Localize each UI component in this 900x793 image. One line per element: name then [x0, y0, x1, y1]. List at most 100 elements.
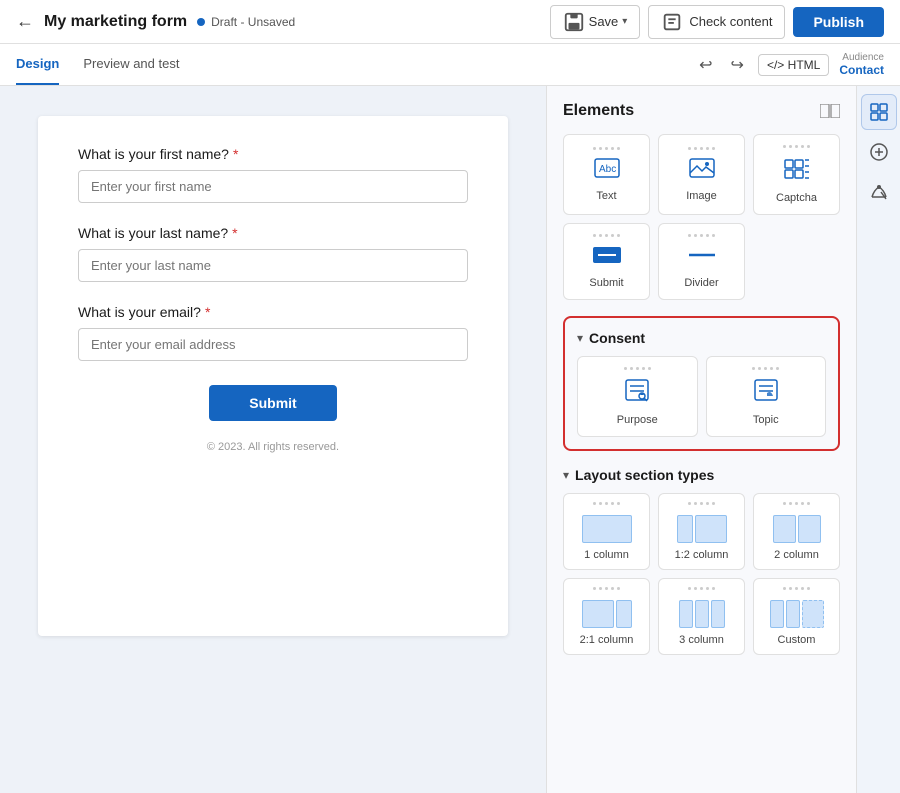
- form-footer: © 2023. All rights reserved.: [78, 441, 468, 453]
- save-icon: [563, 11, 585, 33]
- audience-value-label: Contact: [839, 63, 884, 77]
- divider-element-label: Divider: [684, 277, 718, 289]
- first-name-group: What is your first name? *: [78, 146, 468, 203]
- divider-element-icon: [687, 245, 717, 271]
- layout-chevron-icon: ▾: [563, 468, 569, 482]
- tabs-left: Design Preview and test: [16, 44, 179, 85]
- tab-design[interactable]: Design: [16, 44, 59, 85]
- elements-icon: [869, 102, 889, 122]
- layout-2col-label: 2 column: [774, 549, 819, 561]
- publish-button[interactable]: Publish: [793, 7, 884, 37]
- layout-tile-3col[interactable]: 3 column: [658, 578, 745, 655]
- element-tile-topic[interactable]: Topic: [706, 356, 827, 437]
- panel-icon: [820, 104, 840, 118]
- submit-btn-wrap: Submit: [78, 385, 468, 421]
- main-content: What is your first name? * What is your …: [0, 86, 900, 793]
- text-element-icon: Abc: [594, 158, 620, 184]
- last-name-label: What is your last name? *: [78, 225, 468, 241]
- layout-12col-label: 1:2 column: [675, 549, 729, 561]
- captcha-element-label: Captcha: [776, 192, 817, 204]
- html-label: HTML: [788, 58, 821, 72]
- side-icon-bar: [856, 86, 900, 793]
- layout-3col-label: 3 column: [679, 634, 724, 646]
- element-tile-captcha[interactable]: Captcha: [753, 134, 840, 215]
- submit-element-label: Submit: [589, 277, 623, 289]
- element-tile-image[interactable]: Image: [658, 134, 745, 215]
- save-label: Save: [589, 14, 619, 29]
- elements-grid: Abc Text Image: [563, 134, 840, 300]
- element-tile-purpose[interactable]: Purpose: [577, 356, 698, 437]
- undo-button[interactable]: ↩: [695, 51, 716, 79]
- svg-text:Abc: Abc: [599, 164, 616, 175]
- back-button[interactable]: ←: [16, 11, 34, 32]
- consent-chevron-icon: ▾: [577, 331, 583, 345]
- last-name-group: What is your last name? *: [78, 225, 468, 282]
- draft-label: Draft - Unsaved: [211, 15, 295, 29]
- first-name-label: What is your first name? *: [78, 146, 468, 162]
- email-required: *: [205, 304, 210, 320]
- draft-badge: Draft - Unsaved: [197, 15, 295, 29]
- last-name-required: *: [232, 225, 237, 241]
- layout-section: ▾ Layout section types 1 column: [563, 467, 840, 655]
- code-icon: </>: [767, 58, 784, 72]
- layout-tile-1col[interactable]: 1 column: [563, 493, 650, 570]
- save-chevron-icon: ▾: [622, 16, 627, 27]
- canvas-area: What is your first name? * What is your …: [0, 86, 546, 793]
- check-content-button[interactable]: Check content: [648, 5, 785, 39]
- purpose-element-icon: [624, 378, 650, 408]
- layout-tile-21col[interactable]: 2:1 column: [563, 578, 650, 655]
- element-tile-divider[interactable]: Divider: [658, 223, 745, 300]
- top-bar: ← My marketing form Draft - Unsaved Save…: [0, 0, 900, 44]
- captcha-element-icon: [784, 156, 810, 186]
- tab-preview[interactable]: Preview and test: [83, 44, 179, 85]
- submit-button[interactable]: Submit: [209, 385, 336, 421]
- layout-section-header: ▾ Layout section types: [563, 467, 840, 483]
- top-bar-left: ← My marketing form Draft - Unsaved: [16, 11, 295, 32]
- tabs-right: ↩ ↪ </> HTML Audience Contact: [695, 51, 884, 79]
- topic-element-label: Topic: [753, 414, 779, 426]
- layout-section-title: Layout section types: [575, 467, 714, 483]
- layout-grid: 1 column 1:2 column: [563, 493, 840, 655]
- email-input[interactable]: [78, 328, 468, 361]
- layout-1col-label: 1 column: [584, 549, 629, 561]
- layout-21col-label: 2:1 column: [580, 634, 634, 646]
- form-card: What is your first name? * What is your …: [38, 116, 508, 636]
- element-tile-submit[interactable]: Submit: [563, 223, 650, 300]
- design-icon: [869, 182, 889, 202]
- element-tile-text[interactable]: Abc Text: [563, 134, 650, 215]
- elements-panel-button[interactable]: [861, 94, 897, 130]
- tabs-bar: Design Preview and test ↩ ↪ </> HTML Aud…: [0, 44, 900, 86]
- form-title: My marketing form: [44, 13, 187, 31]
- check-content-icon: [661, 11, 683, 33]
- html-button[interactable]: </> HTML: [758, 54, 829, 76]
- audience-section-label: Audience: [842, 52, 884, 63]
- check-content-label: Check content: [689, 14, 772, 29]
- top-bar-right: Save ▾ Check content Publish: [550, 5, 884, 39]
- save-button[interactable]: Save ▾: [550, 5, 641, 39]
- add-section-button[interactable]: [861, 134, 897, 170]
- redo-button[interactable]: ↪: [727, 51, 748, 79]
- panel-title: Elements: [563, 102, 634, 120]
- purpose-element-label: Purpose: [617, 414, 658, 426]
- design-settings-button[interactable]: [861, 174, 897, 210]
- consent-grid: Purpose Topic: [577, 356, 826, 437]
- image-element-icon: [689, 158, 715, 184]
- layout-tile-12col[interactable]: 1:2 column: [658, 493, 745, 570]
- text-element-label: Text: [596, 190, 616, 202]
- audience-box: Audience Contact: [839, 52, 884, 77]
- submit-element-icon: [592, 245, 622, 271]
- email-label: What is your email? *: [78, 304, 468, 320]
- topic-element-icon: [753, 378, 779, 408]
- draft-dot-icon: [197, 18, 205, 26]
- first-name-required: *: [233, 146, 238, 162]
- right-panel: Elements Abc Text: [546, 86, 856, 793]
- layout-tile-2col[interactable]: 2 column: [753, 493, 840, 570]
- last-name-input[interactable]: [78, 249, 468, 282]
- email-group: What is your email? *: [78, 304, 468, 361]
- image-element-label: Image: [686, 190, 717, 202]
- layout-custom-label: Custom: [778, 634, 816, 646]
- consent-section-header: ▾ Consent: [577, 330, 826, 346]
- add-icon: [869, 142, 889, 162]
- layout-tile-custom[interactable]: Custom: [753, 578, 840, 655]
- first-name-input[interactable]: [78, 170, 468, 203]
